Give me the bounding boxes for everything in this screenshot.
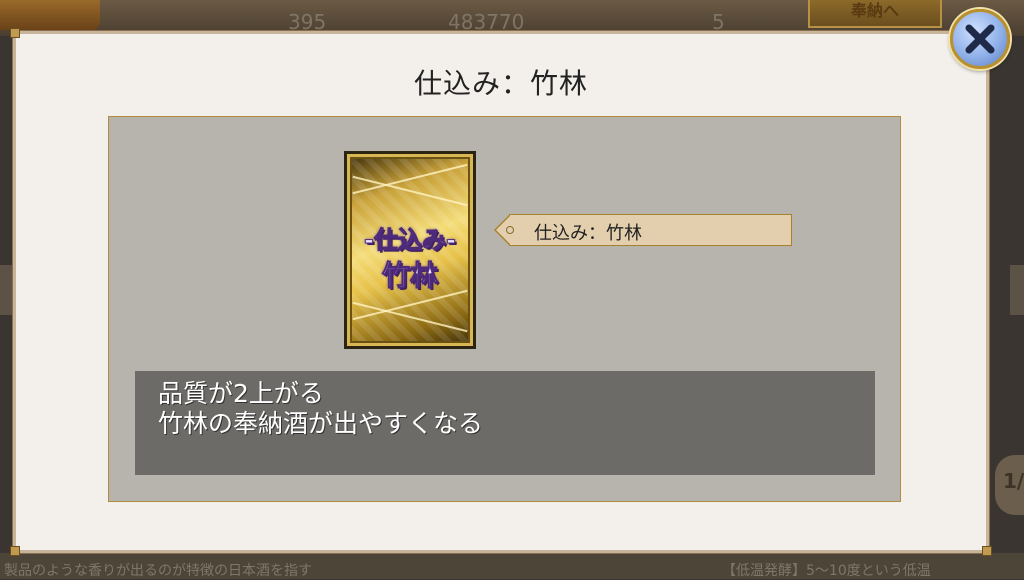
tag-hole-icon (506, 226, 514, 234)
background-footer-text-right: 【低温発酵】5～10度という低温 (722, 563, 931, 579)
background-offer-button: 奉納へ (808, 0, 942, 28)
content-panel: -仕込み- 竹林 仕込み：竹林 品質が2上がる 竹林の奉納酒が出やすくなる (108, 116, 901, 502)
card-title-line2: 竹林 (381, 259, 438, 293)
background-side-badge: 1/ (995, 455, 1024, 515)
corner-ornament (10, 28, 20, 38)
right-arrow-icon (1010, 265, 1024, 315)
card-decoration (352, 301, 468, 333)
left-arrow-icon (0, 265, 14, 315)
close-button[interactable] (950, 9, 1010, 69)
dialog-title: 仕込み：竹林 (413, 67, 588, 100)
effect-description-line: 竹林の奉納酒が出やすくなる (158, 409, 484, 438)
effect-description-box: 品質が2上がる 竹林の奉納酒が出やすくなる (135, 371, 875, 475)
item-name-label: 仕込み：竹林 (534, 223, 642, 244)
preparation-detail-dialog: 仕込み：竹林 -仕込み- 竹林 仕込み：竹林 品質が2上がる 竹林の奉納酒が出や… (10, 28, 992, 556)
corner-ornament (982, 546, 992, 556)
background-footer-text-left: 製品のような香りが出るのが特徴の日本酒を指す (4, 563, 312, 579)
corner-ornament (10, 546, 20, 556)
close-icon (965, 24, 995, 54)
preparation-card: -仕込み- 竹林 (344, 151, 476, 349)
card-decoration (352, 175, 468, 207)
card-title-line1: -仕込み- (364, 226, 457, 255)
game-logo (0, 0, 100, 30)
item-name-tag: 仕込み：竹林 (494, 214, 792, 246)
